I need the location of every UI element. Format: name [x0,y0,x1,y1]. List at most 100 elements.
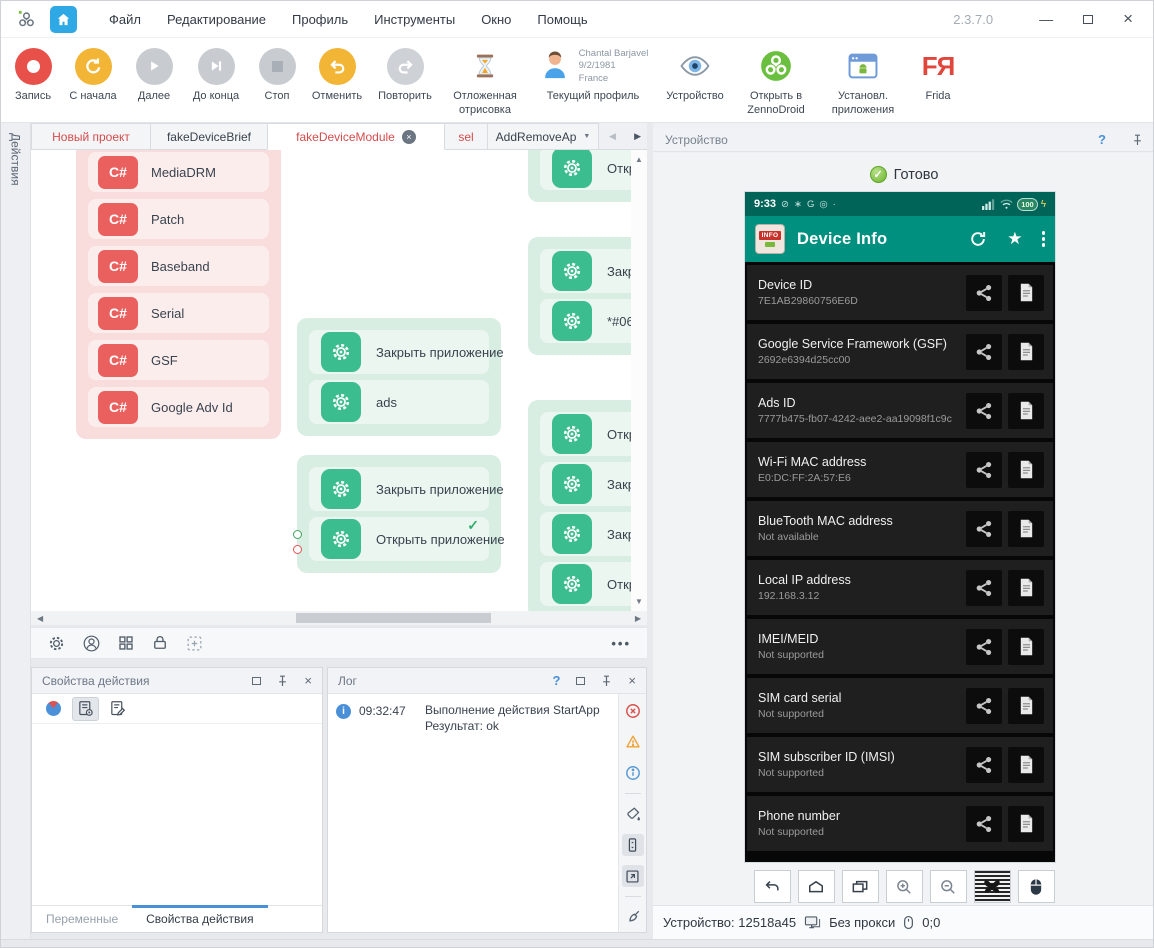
action-block[interactable]: ads [309,380,489,424]
copy-button[interactable] [1008,629,1044,665]
toolbar-button-device[interactable]: Устройство [657,43,733,104]
tab-новый-проект[interactable]: Новый проект [31,123,151,150]
tab-fakedevicemodule[interactable]: fakeDeviceModule× [267,123,445,150]
close-panel-button[interactable]: × [304,673,312,688]
toolbar-button-record[interactable]: Запись [5,43,61,104]
action-block[interactable]: Закрыть приложение [309,467,489,511]
scroll-down-icon[interactable]: ▼ [635,597,643,606]
scroll-tabs-right-icon[interactable]: ▶ [634,131,641,142]
minimize-button[interactable]: — [1039,11,1053,27]
action-block[interactable]: Открыть приложение✓ [309,517,489,561]
device-help-icon[interactable]: ? [1098,132,1106,147]
close-tab-icon[interactable]: × [402,130,416,144]
copy-button[interactable] [1008,806,1044,842]
mouse-mode-button[interactable] [1018,870,1055,903]
csharp-block[interactable]: C#Google Adv Id [88,387,269,427]
share-button[interactable] [966,747,1002,783]
profile-view-button[interactable] [40,697,67,721]
menu-item-0[interactable]: Файл [103,8,147,31]
action-settings-button[interactable] [72,697,99,721]
share-button[interactable] [966,334,1002,370]
csharp-block[interactable]: C#MediaDRM [88,152,269,192]
lock-icon[interactable] [151,634,169,652]
share-button[interactable] [966,393,1002,429]
close-log-button[interactable]: × [628,673,636,688]
menu-item-3[interactable]: Инструменты [368,8,461,31]
actions-sidebar-tab[interactable]: Действия [1,123,31,939]
output-port-green-icon[interactable] [293,530,302,539]
canvas-horizontal-scrollbar[interactable]: ◀ ▶ [31,611,647,625]
filter-warnings-icon[interactable] [622,731,644,753]
toolbar-button-deferred[interactable]: Отложенная отрисовка [441,43,529,118]
toolbar-button-next[interactable]: Далее [125,43,183,104]
device-log-icon[interactable] [622,834,644,856]
zoom-out-button[interactable] [930,870,967,903]
pin-panel-button[interactable] [277,675,288,687]
toolbar-button-frida[interactable]: FЯFrida [907,43,969,104]
share-button[interactable] [966,688,1002,724]
copy-button[interactable] [1008,688,1044,724]
scroll-tabs-left-icon[interactable]: ◀ [609,131,616,142]
screenshot-mode-button[interactable] [974,870,1011,903]
copy-button[interactable] [1008,393,1044,429]
share-button[interactable] [966,570,1002,606]
share-button[interactable] [966,452,1002,488]
csharp-block[interactable]: C#Serial [88,293,269,333]
maximize-log-button[interactable] [576,677,585,685]
flow-canvas[interactable]: C#MediaDRM C#Patch C#Baseband C#Serial C#GSF… [31,150,647,611]
toolbar-button-apps[interactable]: Установл. приложения [819,43,907,118]
tab-action-properties[interactable]: Свойства действия [132,906,267,932]
grid-icon[interactable] [117,634,135,652]
menu-item-4[interactable]: Окно [475,8,517,31]
overflow-menu-icon[interactable] [1042,231,1046,247]
device-screen[interactable]: 9:33 ⊘ ∗ G ◎ · 100 ϟ INFO Device Info [745,192,1055,862]
clear-log-icon[interactable] [622,906,644,928]
copy-button[interactable] [1008,452,1044,488]
nav-recents-button[interactable] [842,870,879,903]
tab-sel[interactable]: sel [444,123,488,150]
nav-home-button[interactable] [798,870,835,903]
highlight-log-icon[interactable] [622,803,644,825]
maximize-panel-button[interactable] [252,677,261,685]
zoom-in-button[interactable] [886,870,923,903]
toolbar-button-to-end[interactable]: До конца [183,43,249,104]
pin-log-button[interactable] [601,675,612,687]
close-button[interactable]: × [1123,9,1133,29]
nav-back-button[interactable] [754,870,791,903]
chevron-down-icon[interactable]: ▼ [583,133,590,140]
action-edit-button[interactable] [104,697,131,721]
scroll-up-icon[interactable]: ▲ [635,155,643,164]
toolbar-button-redo[interactable]: Повторить [369,43,441,104]
tab-fakedevicebrief[interactable]: fakeDeviceBrief [150,123,268,150]
help-icon[interactable]: ? [552,673,560,688]
maximize-button[interactable] [1083,15,1093,24]
menu-item-2[interactable]: Профиль [286,8,354,31]
share-button[interactable] [966,511,1002,547]
copy-button[interactable] [1008,570,1044,606]
favorite-star-icon[interactable]: ★ [1007,229,1022,249]
output-port-red-icon[interactable] [293,545,302,554]
csharp-block[interactable]: C#Baseband [88,246,269,286]
copy-button[interactable] [1008,275,1044,311]
add-region-icon[interactable] [185,634,204,653]
toolbar-button-stop[interactable]: Стоп [249,43,305,104]
share-button[interactable] [966,275,1002,311]
home-button[interactable] [50,6,77,33]
copy-button[interactable] [1008,511,1044,547]
toolbar-button-zennodroid[interactable]: Открыть в ZennoDroid [733,43,819,118]
scroll-left-icon[interactable]: ◀ [37,614,43,623]
more-options-button[interactable]: ••• [611,636,631,651]
csharp-block[interactable]: C#GSF [88,340,269,380]
expand-log-icon[interactable] [622,865,644,887]
user-icon[interactable] [82,634,101,653]
csharp-block[interactable]: C#Patch [88,199,269,239]
tab-variables[interactable]: Переменные [32,906,132,932]
filter-errors-icon[interactable] [622,700,644,722]
refresh-icon[interactable] [968,229,988,249]
copy-button[interactable] [1008,747,1044,783]
action-block[interactable]: Закрыть приложение [309,330,489,374]
menu-item-5[interactable]: Помощь [531,8,593,31]
pin-device-panel-button[interactable] [1132,134,1143,146]
scrollbar-thumb[interactable] [296,613,491,623]
filter-info-icon[interactable] [622,762,644,784]
